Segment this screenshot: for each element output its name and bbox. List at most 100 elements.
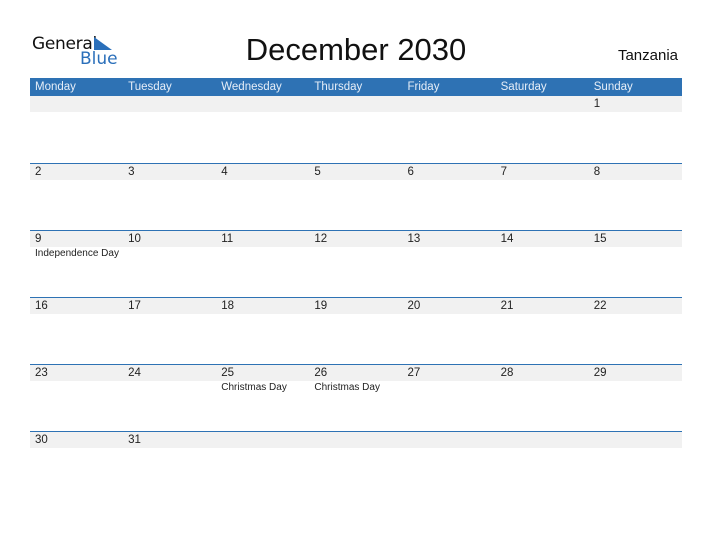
day-number xyxy=(221,432,309,448)
day-number: 3 xyxy=(128,166,135,178)
weekday-tuesday: Tuesday xyxy=(128,81,172,93)
day-cell xyxy=(403,432,496,448)
day-number: 10 xyxy=(128,233,141,245)
week-cells: 1 xyxy=(30,96,682,112)
country-label: Tanzania xyxy=(617,47,678,64)
day-cell: 20 xyxy=(403,298,496,314)
day-cell: 17 xyxy=(123,298,216,314)
day-number xyxy=(314,96,402,112)
weekday-monday: Monday xyxy=(35,81,76,93)
day-number: 25 xyxy=(221,367,235,379)
weekday-saturday: Saturday xyxy=(500,81,547,93)
day-number: 6 xyxy=(407,166,414,178)
day-cell: 21 xyxy=(496,298,589,314)
day-cell: 4 xyxy=(216,164,309,180)
day-number: 27 xyxy=(407,367,421,379)
day-number: 12 xyxy=(314,233,328,245)
week-row: 2 3 4 5 6 7 8 xyxy=(30,163,682,230)
week-row: 30 31 xyxy=(30,431,682,498)
day-cell: 5 xyxy=(309,164,402,180)
calendar-grid: Monday Tuesday Wednesday Thursday Friday… xyxy=(30,78,682,498)
day-number: 30 xyxy=(35,434,48,446)
day-cell: 15 xyxy=(589,231,682,261)
weekday-thursday: Thursday xyxy=(314,81,363,93)
holiday-label: Independence Day xyxy=(35,248,119,259)
day-number xyxy=(501,432,589,448)
day-cell xyxy=(30,96,123,112)
day-cell: 14 xyxy=(496,231,589,261)
day-cell xyxy=(309,432,402,448)
day-cell xyxy=(403,96,496,112)
day-cell: 7 xyxy=(496,164,589,180)
day-number: 4 xyxy=(221,166,228,178)
page-title: December 2030 xyxy=(245,32,467,67)
week-cells: 23 24 25 Christmas Day 26 Christmas Day 27 28 29 xyxy=(30,365,682,395)
day-cell: 24 xyxy=(123,365,216,395)
day-number: 21 xyxy=(500,300,514,312)
day-cell xyxy=(123,96,216,112)
day-cell: 16 xyxy=(30,298,123,314)
day-number xyxy=(594,432,682,448)
day-number xyxy=(408,432,496,448)
day-cell: 25 Christmas Day xyxy=(216,365,309,395)
weekday-friday: Friday xyxy=(407,81,440,93)
day-cell: 23 xyxy=(30,365,123,395)
day-cell xyxy=(216,432,309,448)
day-cell: 19 xyxy=(309,298,402,314)
day-number xyxy=(35,96,123,112)
day-number xyxy=(501,96,589,112)
day-number: 20 xyxy=(407,300,421,312)
day-number: 29 xyxy=(593,367,607,379)
day-cell xyxy=(496,432,589,448)
day-cell: 1 xyxy=(589,96,682,112)
holiday-label: Christmas Day xyxy=(221,382,287,393)
week-cells: 16 17 18 19 20 21 22 xyxy=(30,298,682,314)
day-cell: 18 xyxy=(216,298,309,314)
weekday-header: Monday Tuesday Wednesday Thursday Friday… xyxy=(30,78,682,96)
day-cell xyxy=(589,432,682,448)
day-cell: 9 Independence Day xyxy=(30,231,123,261)
week-row: 9 Independence Day 10 11 12 13 14 15 xyxy=(30,230,682,297)
day-number: 2 xyxy=(35,166,42,178)
day-number: 26 xyxy=(314,367,328,379)
day-cell: 27 xyxy=(403,365,496,395)
day-cell xyxy=(216,96,309,112)
day-number: 5 xyxy=(314,166,321,178)
day-number: 1 xyxy=(593,98,601,110)
day-number: 18 xyxy=(221,300,235,312)
day-number: 22 xyxy=(593,300,607,312)
day-cell: 29 xyxy=(589,365,682,395)
day-cell: 22 xyxy=(589,298,682,314)
day-number: 11 xyxy=(221,233,234,245)
day-cell: 10 xyxy=(123,231,216,261)
day-number: 9 xyxy=(35,233,42,245)
day-cell: 3 xyxy=(123,164,216,180)
day-number: 24 xyxy=(128,367,141,379)
day-cell: 30 xyxy=(30,432,123,448)
day-number: 14 xyxy=(500,233,514,245)
day-cell: 12 xyxy=(309,231,402,261)
week-cells: 30 31 xyxy=(30,432,682,448)
day-number: 13 xyxy=(407,233,421,245)
holiday-label: Christmas Day xyxy=(314,382,380,393)
day-number: 31 xyxy=(128,434,141,446)
day-number: 7 xyxy=(500,166,508,178)
day-number: 17 xyxy=(128,300,141,312)
weekday-wednesday: Wednesday xyxy=(221,81,282,93)
day-cell: 2 xyxy=(30,164,123,180)
day-cell: 28 xyxy=(496,365,589,395)
week-row: 16 17 18 19 20 21 22 xyxy=(30,297,682,364)
weekday-sunday: Sunday xyxy=(593,81,633,93)
week-cells: 9 Independence Day 10 11 12 13 14 15 xyxy=(30,231,682,261)
day-cell: 26 Christmas Day xyxy=(309,365,402,395)
day-number: 16 xyxy=(35,300,48,312)
day-number xyxy=(408,96,496,112)
day-cell xyxy=(309,96,402,112)
day-number: 19 xyxy=(314,300,328,312)
week-cells: 2 3 4 5 6 7 8 xyxy=(30,164,682,180)
day-cell: 11 xyxy=(216,231,309,261)
day-number: 15 xyxy=(593,233,607,245)
day-number xyxy=(221,96,309,112)
day-number: 28 xyxy=(500,367,514,379)
day-number xyxy=(314,432,402,448)
